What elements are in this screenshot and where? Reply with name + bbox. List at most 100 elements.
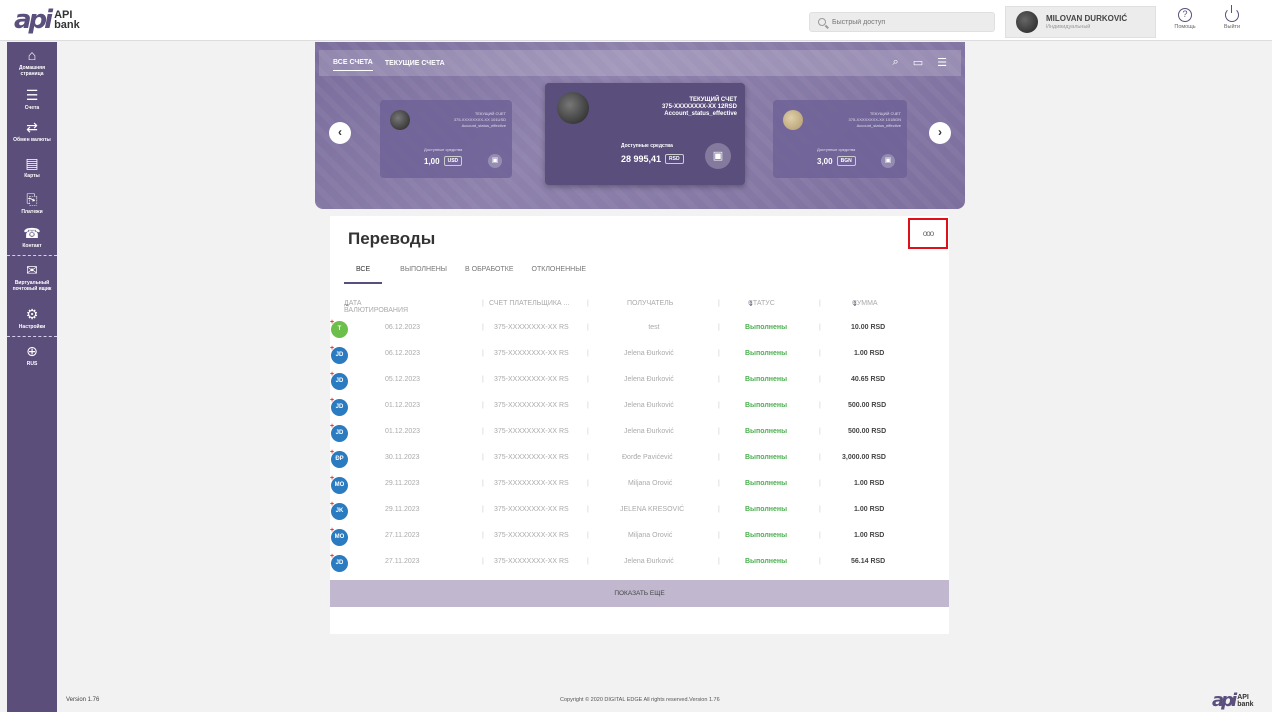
table-row[interactable]: JD + 01.12.2023 | 375-XXXXXXXX-XX RS | J… [330, 395, 949, 421]
transfers-table: T + 06.12.2023 | 375-XXXXXXXX-XX RS | te… [330, 317, 949, 577]
search-icon[interactable]: ⌕ [893, 56, 899, 69]
logo-line-2: bank [1237, 700, 1254, 708]
wallet-icon[interactable]: ▣ [705, 143, 731, 169]
incoming-icon: + [330, 553, 335, 560]
wallet-icon[interactable]: ▣ [488, 154, 502, 168]
carousel-tools: ⌕ ▭ ☰ [893, 56, 947, 69]
available-funds-label: Доступные средства [424, 147, 463, 152]
row-date: 30.11.2023 [385, 454, 420, 461]
tab-completed[interactable]: ВЫПОЛНЕНЫ [400, 266, 465, 284]
tab-current-accounts[interactable]: ТЕКУЩИЕ СЧЕТА [385, 60, 445, 67]
transfers-panel: Переводы ooo ВСЕ ВЫПОЛНЕНЫ В ОБРАБОТКЕ О… [330, 216, 949, 634]
sidebar-item-cards[interactable]: ▤ Карты [7, 150, 57, 186]
column-account[interactable]: СЧЕТ ПЛАТЕЛЬЩИКА ... [489, 300, 569, 307]
table-row[interactable]: MO + 27.11.2023 | 375-XXXXXXXX-XX RS | M… [330, 525, 949, 551]
help-button[interactable]: ? Помощь [1167, 8, 1203, 30]
sidebar-item-label: Карты [24, 173, 40, 179]
account-card-bgn[interactable]: ТЕКУЩИЙ СЧЕТ 375-XXXXXXXX-XX 101BGN Acco… [773, 100, 907, 178]
logout-button[interactable]: Выйти [1214, 5, 1250, 30]
column-recipient[interactable]: ПОЛУЧАТЕЛЬ [627, 300, 673, 307]
account-status: Account_status_effective [461, 123, 506, 128]
sidebar-item-contact[interactable]: ☎ Контакт [7, 220, 57, 254]
currency-select[interactable]: RSD [665, 154, 684, 164]
cell-divider: | [482, 558, 484, 565]
cell-divider: | [718, 350, 720, 357]
incoming-icon: + [330, 371, 335, 378]
row-status: Выполнены [745, 506, 788, 513]
sidebar-item-label: Виртуальный почтовый ящик [12, 280, 52, 292]
gear-icon: ⚙ [25, 306, 39, 322]
payment-icon: ⎘ [26, 191, 38, 207]
account-details: ТЕКУЩИЙ СЧЕТ 375-XXXXXXXX-XX 101BGN Acco… [849, 111, 901, 129]
table-row[interactable]: JD + 01.12.2023 | 375-XXXXXXXX-XX RS | J… [330, 421, 949, 447]
search-input[interactable] [832, 18, 982, 26]
app-logo[interactable]: api API bank [14, 4, 80, 36]
card-view-icon[interactable]: ▭ [913, 56, 923, 69]
cell-divider: | [482, 428, 484, 435]
carousel-prev-button[interactable]: ‹ [329, 122, 351, 144]
user-profile[interactable]: MILOVAN DURKOVIĆ Индивидуальный [1005, 6, 1156, 38]
row-amount: 56.14 RSD [851, 558, 886, 565]
sidebar-item-language[interactable]: ⊕ RUS [7, 338, 57, 378]
sidebar-item-accounts[interactable]: ☰ Счета [7, 82, 57, 114]
transfer-filter-tabs: ВСЕ ВЫПОЛНЕНЫ В ОБРАБОТКЕ ОТКЛОНЕННЫЕ [344, 266, 604, 284]
cell-divider: | [718, 532, 720, 539]
table-row[interactable]: JD + 06.12.2023 | 375-XXXXXXXX-XX RS | J… [330, 343, 949, 369]
row-recipient: Miljana Orović [628, 480, 673, 487]
available-funds-label: Доступные средства [621, 143, 673, 149]
row-account: 375-XXXXXXXX-XX RS [494, 532, 569, 539]
sidebar-item-mailbox[interactable]: ✉ Виртуальный почтовый ящик [7, 257, 57, 301]
sidebar-item-exchange[interactable]: ⇄ Обмен валюты [7, 114, 57, 150]
carousel-next-button[interactable]: › [929, 122, 951, 144]
show-more-button[interactable]: ПОКАЗАТЬ ЕЩЕ [330, 580, 949, 607]
cell-divider: | [718, 454, 720, 461]
copyright-text: Copyright © 2020 DIGITAL EDGE All rights… [560, 697, 720, 703]
search-icon [818, 18, 826, 26]
list-icon: ☰ [25, 87, 39, 103]
quick-access-search[interactable] [809, 12, 995, 32]
tab-all[interactable]: ВСЕ [344, 266, 383, 284]
wallet-icon[interactable]: ▣ [881, 154, 895, 168]
table-row[interactable]: MO + 29.11.2023 | 375-XXXXXXXX-XX RS | M… [330, 473, 949, 499]
tab-all-accounts[interactable]: ВСЕ СЧЕТА [333, 59, 373, 71]
row-amount: 40.65 RSD [851, 376, 886, 383]
logo-text: API bank [54, 10, 80, 31]
account-card-usd[interactable]: ТЕКУЩИЙ СЧЕТ 375-XXXXXXXX-XX 101USD Acco… [380, 100, 512, 178]
table-row[interactable]: JD + 05.12.2023 | 375-XXXXXXXX-XX RS | J… [330, 369, 949, 395]
incoming-icon: + [330, 423, 335, 430]
account-avatar [557, 92, 589, 124]
account-balance: 1,00 USD [424, 156, 463, 166]
tab-processing[interactable]: В ОБРАБОТКЕ [465, 266, 532, 284]
cell-divider: | [819, 506, 821, 513]
cell-divider: | [819, 480, 821, 487]
sidebar-item-payments[interactable]: ⎘ Платежи [7, 186, 57, 220]
logout-label: Выйти [1223, 24, 1241, 30]
column-divider: | [718, 300, 720, 307]
table-row[interactable]: JK + 29.11.2023 | 375-XXXXXXXX-XX RS | J… [330, 499, 949, 525]
row-date: 01.12.2023 [385, 402, 421, 409]
row-date: 27.11.2023 [385, 558, 420, 565]
cell-divider: | [819, 558, 821, 565]
account-card-rsd[interactable]: ТЕКУЩИЙ СЧЕТ 375-XXXXXXXX-XX 12RSD Accou… [545, 83, 745, 185]
currency-select[interactable]: BGN [836, 156, 856, 166]
list-view-icon[interactable]: ☰ [937, 56, 947, 69]
currency-select[interactable]: USD [443, 156, 463, 166]
table-row[interactable]: ĐP + 30.11.2023 | 375-XXXXXXXX-XX RS | Đ… [330, 447, 949, 473]
row-status: Выполнены [745, 350, 788, 357]
sidebar-item-home[interactable]: ⌂ Домашняя страница [7, 42, 57, 82]
table-row[interactable]: JD + 27.11.2023 | 375-XXXXXXXX-XX RS | J… [330, 551, 949, 577]
tab-rejected[interactable]: ОТКЛОНЕННЫЕ [532, 266, 605, 284]
avatar [1016, 11, 1038, 33]
cell-divider: | [819, 428, 821, 435]
cell-divider: | [587, 376, 589, 383]
row-status: Выполнены [745, 454, 788, 461]
row-account: 375-XXXXXXXX-XX RS [494, 506, 569, 513]
exchange-icon: ⇄ [26, 119, 38, 135]
row-date: 29.11.2023 [385, 506, 420, 513]
top-bar: api API bank MILOVAN DURKOVIĆ Индивидуал… [0, 0, 1272, 41]
incoming-icon: + [330, 449, 335, 456]
more-options-button[interactable]: ooo [908, 218, 948, 249]
sidebar-item-settings[interactable]: ⚙ Настройки [7, 301, 57, 335]
table-row[interactable]: T + 06.12.2023 | 375-XXXXXXXX-XX RS | te… [330, 317, 949, 343]
incoming-icon: + [330, 527, 335, 534]
